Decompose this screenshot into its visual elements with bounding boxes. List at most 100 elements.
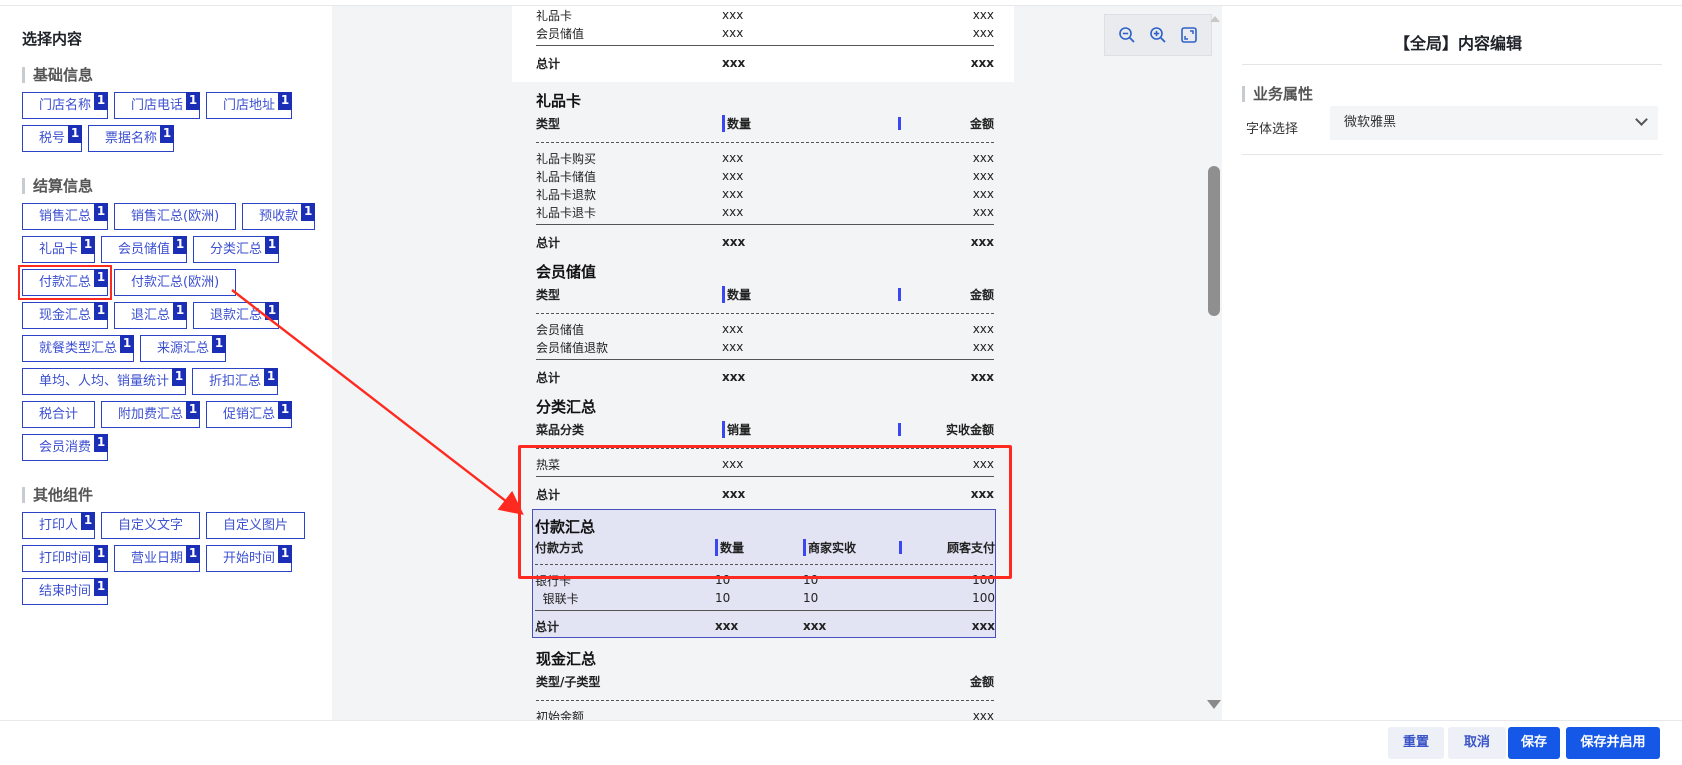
content-chip[interactable]: 会员储值 1 bbox=[101, 236, 188, 263]
fit-screen-icon[interactable] bbox=[1178, 24, 1200, 46]
zoom-out-icon[interactable] bbox=[1116, 24, 1138, 46]
content-chip[interactable]: 附加费汇总 1 bbox=[101, 401, 201, 428]
receipt-top-block[interactable]: 礼品卡 xxx xxx 会员储值 xxx xxx 总计 xxx xxx bbox=[512, 6, 1014, 82]
table-cell: xxx bbox=[972, 26, 994, 40]
zoom-in-icon[interactable] bbox=[1147, 24, 1169, 46]
count-badge: 1 bbox=[212, 335, 227, 353]
content-chip[interactable]: 自定义图片 bbox=[206, 512, 306, 539]
content-chip[interactable]: 折扣汇总 1 bbox=[192, 368, 279, 395]
chip-label: 自定义图片 bbox=[223, 518, 289, 533]
total-label: 总计 bbox=[536, 56, 561, 71]
count-badge: 1 bbox=[186, 545, 201, 563]
cash-summary-section[interactable]: 现金汇总 类型/子类型 金额 初始金额xxx现金收入xxx 现金支付xxx bbox=[512, 648, 1014, 720]
count-badge: 1 bbox=[186, 92, 201, 110]
table-row: 礼品卡储值 xxx xxx bbox=[536, 167, 994, 185]
content-chip[interactable]: 就餐类型汇总 1 bbox=[22, 335, 135, 362]
content-chip[interactable]: 礼品卡 1 bbox=[22, 236, 96, 263]
chip-label: 门店名称 bbox=[39, 98, 92, 113]
table-cell: 10 bbox=[715, 591, 731, 605]
content-chip[interactable]: 付款汇总(欧洲) bbox=[114, 269, 237, 296]
count-badge: 1 bbox=[94, 92, 109, 110]
content-chip[interactable]: 付款汇总 1 bbox=[17, 265, 113, 300]
content-chip[interactable]: 分类汇总 1 bbox=[193, 236, 280, 263]
content-chip[interactable]: 开始时间 1 bbox=[206, 545, 293, 572]
content-chip[interactable]: 自定义文字 bbox=[101, 512, 201, 539]
chip-label: 退汇总 bbox=[131, 308, 171, 323]
table-cell: 银联卡 bbox=[535, 591, 579, 606]
content-chip[interactable]: 销售汇总(欧洲) bbox=[114, 203, 237, 230]
table-cell: 礼品卡储值 bbox=[536, 169, 597, 184]
content-chip[interactable]: 单均、人均、销量统计 1 bbox=[22, 368, 187, 395]
count-badge: 1 bbox=[173, 236, 188, 254]
chip-label: 销售汇总 bbox=[39, 209, 92, 224]
table-row: 礼品卡退卡 xxx xxx bbox=[536, 203, 994, 221]
count-badge: 1 bbox=[278, 545, 293, 563]
content-chip[interactable]: 门店地址 1 bbox=[206, 92, 293, 119]
highlight-box bbox=[518, 445, 1012, 579]
cancel-button[interactable]: 取消 bbox=[1448, 727, 1506, 759]
receipt-section[interactable]: 礼品卡 类型 数量 金额 礼品卡购买 xxx xxx 礼品卡储值 xxx xxx 礼品卡退款 xxx x… bbox=[512, 90, 1014, 253]
receipt-section[interactable]: 会员储值 类型 数量 金额 会员储值 xxx xxx 会员储值退款 xxx xxx 总计 xxx xxx bbox=[512, 261, 1014, 388]
chip-label: 来源汇总 bbox=[157, 341, 210, 356]
table-cell: xxx bbox=[972, 169, 994, 183]
vertical-scrollbar[interactable] bbox=[1208, 166, 1220, 316]
table-cell: xxx bbox=[722, 151, 744, 165]
header-cell: 金额 bbox=[969, 674, 994, 689]
chip-label: 打印时间 bbox=[39, 551, 92, 566]
content-chip[interactable]: 现金汇总 1 bbox=[22, 302, 109, 329]
table-header: 类型 数量 金额 bbox=[536, 112, 994, 134]
content-chip[interactable]: 打印人 1 bbox=[22, 512, 96, 539]
content-chip[interactable]: 结束时间 1 bbox=[22, 578, 109, 605]
content-chip[interactable]: 营业日期 1 bbox=[114, 545, 201, 572]
content-chip[interactable]: 退汇总 1 bbox=[114, 302, 188, 329]
chip-label: 就餐类型汇总 bbox=[39, 341, 118, 356]
content-chip[interactable]: 税合计 bbox=[22, 401, 96, 428]
font-select[interactable]: 微软雅黑 bbox=[1330, 106, 1658, 140]
save-button[interactable]: 保存 bbox=[1508, 727, 1560, 759]
content-chip[interactable]: 会员消费 1 bbox=[22, 434, 109, 461]
scroll-down-icon[interactable] bbox=[1207, 700, 1221, 709]
table-cell: xxx bbox=[722, 340, 744, 354]
content-chip[interactable]: 门店名称 1 bbox=[22, 92, 109, 119]
table-cell: xxx bbox=[972, 709, 994, 720]
content-chip[interactable]: 打印时间 1 bbox=[22, 545, 109, 572]
header-cell: 金额 bbox=[898, 115, 994, 132]
scroll-up-icon[interactable] bbox=[1210, 16, 1220, 22]
table-cell: 礼品卡退款 bbox=[536, 187, 597, 202]
content-chip[interactable]: 预收款 1 bbox=[242, 203, 316, 230]
table-cell: xxx bbox=[722, 169, 744, 183]
count-badge: 1 bbox=[172, 368, 187, 386]
chip-label: 门店地址 bbox=[223, 98, 276, 113]
content-chip[interactable]: 促销汇总 1 bbox=[206, 401, 293, 428]
chip-label: 附加费汇总 bbox=[118, 407, 184, 422]
content-chip[interactable]: 门店电话 1 bbox=[114, 92, 201, 119]
total-qty: xxx bbox=[715, 619, 739, 633]
table-cell: xxx bbox=[972, 322, 994, 336]
reset-button[interactable]: 重置 bbox=[1388, 727, 1444, 759]
panel-title: 选择内容 bbox=[22, 30, 83, 48]
header-cell: 实收金额 bbox=[898, 421, 994, 438]
content-chip[interactable]: 退款汇总 1 bbox=[193, 302, 280, 329]
total-merchant: xxx bbox=[803, 619, 827, 633]
content-picker-panel: 选择内容 基础信息 门店名称 1 门店电话 1 门店地址 1 税号 1 票据名称 1 结算信息 销售汇总… bbox=[0, 6, 332, 720]
save-and-enable-button[interactable]: 保存并启用 bbox=[1566, 727, 1660, 759]
section-title: 会员储值 bbox=[536, 263, 597, 281]
count-badge: 1 bbox=[94, 269, 109, 287]
content-chip[interactable]: 来源汇总 1 bbox=[140, 335, 227, 362]
table-cell: xxx bbox=[722, 322, 744, 336]
chip-label: 会员消费 bbox=[39, 440, 92, 455]
chip-label: 打印人 bbox=[39, 518, 79, 533]
chip-label: 付款汇总 bbox=[39, 275, 92, 290]
table-header: 类型/子类型 金额 bbox=[536, 670, 994, 692]
content-chip[interactable]: 票据名称 1 bbox=[88, 125, 175, 152]
content-chip[interactable]: 销售汇总 1 bbox=[22, 203, 109, 230]
group-title: 结算信息 bbox=[22, 178, 332, 194]
table-cell: 礼品卡退卡 bbox=[536, 205, 597, 220]
table-row: 会员储值退款 xxx xxx bbox=[536, 338, 994, 356]
content-group: 结算信息 销售汇总 1 销售汇总(欧洲) 预收款 1 礼品卡 1 会员储值 1 分类汇总 1 付款汇总 1… bbox=[17, 178, 332, 467]
content-chip[interactable]: 税号 1 bbox=[22, 125, 83, 152]
receipt-preview-area[interactable]: 礼品卡 xxx xxx 会员储值 xxx xxx 总计 xxx xxx 礼品卡 类型 数量 金额… bbox=[332, 6, 1222, 720]
count-badge: 1 bbox=[265, 236, 280, 254]
divider bbox=[1242, 64, 1662, 65]
font-label: 字体选择 bbox=[1246, 122, 1299, 137]
